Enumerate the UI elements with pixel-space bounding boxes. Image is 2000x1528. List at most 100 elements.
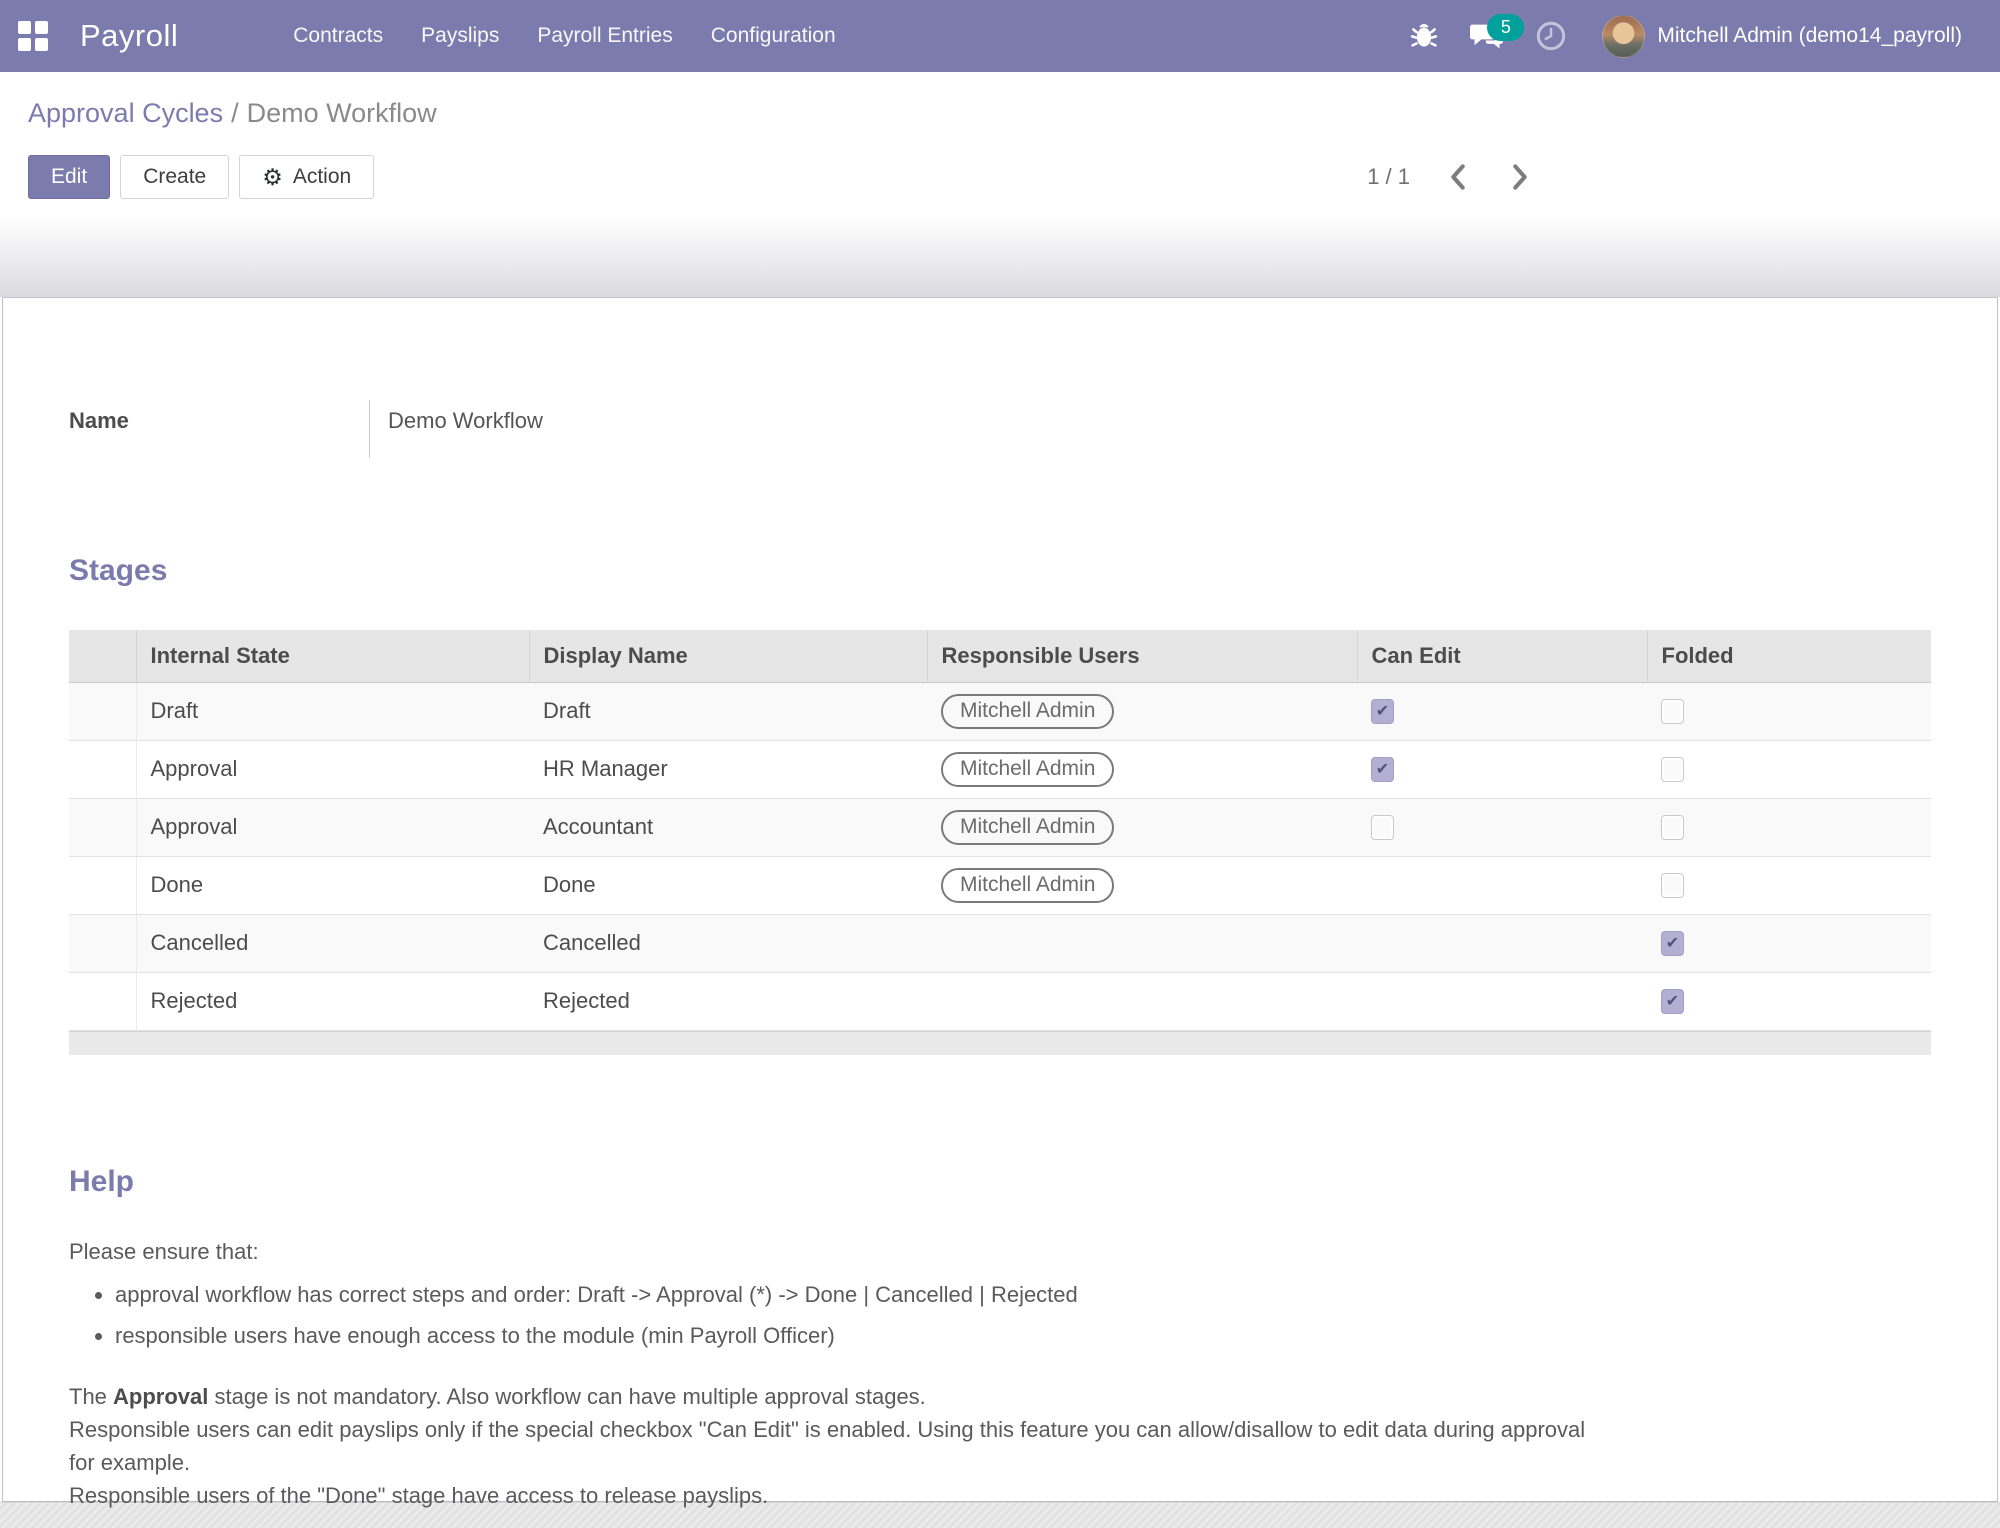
checkbox-checked[interactable]: ✔ xyxy=(1371,699,1394,724)
drag-handle-cell xyxy=(69,740,136,798)
help-bullet-2: responsible users have enough access to … xyxy=(115,1320,1931,1352)
table-row[interactable]: RejectedRejected ✔ xyxy=(69,972,1931,1030)
cell-folded: ✔ xyxy=(1647,972,1931,1030)
cell-can-edit xyxy=(1357,798,1647,856)
pager-next-icon[interactable] xyxy=(1506,160,1534,194)
messages-menu[interactable]: 5 xyxy=(1458,0,1516,72)
pager: 1 / 1 xyxy=(1367,160,1534,194)
app-brand[interactable]: Payroll xyxy=(80,18,178,54)
table-row[interactable]: CancelledCancelled ✔ xyxy=(69,914,1931,972)
cell-display-name: HR Manager xyxy=(529,740,927,798)
cell-can-edit xyxy=(1357,856,1647,914)
cell-display-name: Accountant xyxy=(529,798,927,856)
menu-configuration[interactable]: Configuration xyxy=(692,0,855,72)
action-button-label: Action xyxy=(293,165,351,189)
top-menu: Contracts Payslips Payroll Entries Confi… xyxy=(274,0,854,72)
stages-table-header: Internal State Display Name Responsible … xyxy=(69,630,1931,682)
cell-responsible-users: Mitchell Admin xyxy=(927,740,1357,798)
top-navbar: Payroll Contracts Payslips Payroll Entri… xyxy=(0,0,2000,72)
help-section-title: Help xyxy=(69,1165,1931,1199)
drag-handle-cell xyxy=(69,682,136,740)
user-avatar xyxy=(1602,15,1645,58)
cell-display-name: Rejected xyxy=(529,972,927,1030)
control-panel: Approval Cycles/Demo Workflow Edit Creat… xyxy=(0,72,2000,219)
checkbox-checked[interactable]: ✔ xyxy=(1371,757,1394,782)
table-row[interactable]: ApprovalAccountant Mitchell Admin xyxy=(69,798,1931,856)
drag-handle-cell xyxy=(69,972,136,1030)
checkbox-unchecked[interactable] xyxy=(1371,815,1394,840)
help-bullet-list: approval workflow has correct steps and … xyxy=(115,1279,1931,1353)
user-menu[interactable]: Mitchell Admin (demo14_payroll) xyxy=(1586,0,1974,72)
checkbox-checked[interactable]: ✔ xyxy=(1661,931,1684,956)
menu-payroll-entries[interactable]: Payroll Entries xyxy=(518,0,691,72)
checkbox-unchecked[interactable] xyxy=(1661,815,1684,840)
column-responsible-users[interactable]: Responsible Users xyxy=(927,630,1357,682)
systray: 5 Mitchell Admin (demo14_payroll) xyxy=(1398,0,1974,72)
activities-menu[interactable] xyxy=(1524,0,1578,72)
cell-internal-state: Approval xyxy=(136,740,529,798)
checkbox-unchecked[interactable] xyxy=(1661,873,1684,898)
column-handle xyxy=(69,630,136,682)
menu-payslips[interactable]: Payslips xyxy=(402,0,518,72)
cell-internal-state: Approval xyxy=(136,798,529,856)
bug-icon xyxy=(1410,21,1438,51)
checkbox-unchecked[interactable] xyxy=(1661,757,1684,782)
responsible-user-tag: Mitchell Admin xyxy=(941,694,1114,729)
debug-bug-icon[interactable] xyxy=(1398,0,1450,72)
responsible-user-tag: Mitchell Admin xyxy=(941,868,1114,903)
name-field-row: Name Demo Workflow xyxy=(69,400,1931,458)
check-icon: ✔ xyxy=(1666,936,1679,952)
column-can-edit[interactable]: Can Edit xyxy=(1357,630,1647,682)
checkbox-unchecked[interactable] xyxy=(1661,699,1684,724)
stages-section-title: Stages xyxy=(69,554,1931,588)
check-icon: ✔ xyxy=(1376,762,1389,778)
create-button[interactable]: Create xyxy=(120,155,229,199)
table-row[interactable]: DoneDoneMitchell Admin xyxy=(69,856,1931,914)
column-display-name[interactable]: Display Name xyxy=(529,630,927,682)
pager-value: 1 / 1 xyxy=(1367,164,1410,190)
check-icon: ✔ xyxy=(1376,704,1389,720)
cell-folded xyxy=(1647,798,1931,856)
approval-bold: Approval xyxy=(113,1384,208,1409)
action-button[interactable]: ⚙ Action xyxy=(239,155,374,199)
responsible-user-tag: Mitchell Admin xyxy=(941,752,1114,787)
cell-display-name: Cancelled xyxy=(529,914,927,972)
content-background-band xyxy=(0,219,2000,297)
cell-responsible-users: Mitchell Admin xyxy=(927,856,1357,914)
name-field-label: Name xyxy=(69,400,369,458)
user-name: Mitchell Admin (demo14_payroll) xyxy=(1657,24,1962,48)
help-paragraph-1: The Approval stage is not mandatory. Als… xyxy=(69,1380,1599,1413)
message-count-badge: 5 xyxy=(1487,14,1524,41)
menu-contracts[interactable]: Contracts xyxy=(274,0,402,72)
cell-internal-state: Cancelled xyxy=(136,914,529,972)
checkbox-checked[interactable]: ✔ xyxy=(1661,989,1684,1014)
control-panel-buttons: Edit Create ⚙ Action 1 / 1 xyxy=(28,155,1972,199)
column-folded[interactable]: Folded xyxy=(1647,630,1931,682)
breadcrumb-approval-cycles[interactable]: Approval Cycles xyxy=(28,98,223,128)
field-separator xyxy=(369,400,370,458)
cell-internal-state: Rejected xyxy=(136,972,529,1030)
table-row[interactable]: ApprovalHR Manager Mitchell Admin ✔ xyxy=(69,740,1931,798)
breadcrumb: Approval Cycles/Demo Workflow xyxy=(28,98,1972,129)
cell-can-edit: ✔ xyxy=(1357,740,1647,798)
clock-icon xyxy=(1536,21,1566,51)
cell-folded xyxy=(1647,740,1931,798)
help-body: Please ensure that: approval workflow ha… xyxy=(69,1239,1931,1513)
help-paragraphs: The Approval stage is not mandatory. Als… xyxy=(69,1380,1931,1512)
stages-table: Internal State Display Name Responsible … xyxy=(69,630,1931,1031)
cell-internal-state: Draft xyxy=(136,682,529,740)
drag-handle-cell xyxy=(69,798,136,856)
cell-can-edit xyxy=(1357,972,1647,1030)
column-internal-state[interactable]: Internal State xyxy=(136,630,529,682)
apps-grid-icon[interactable] xyxy=(18,21,48,51)
help-paragraph-2: Responsible users can edit payslips only… xyxy=(69,1413,1599,1479)
table-row[interactable]: DraftDraftMitchell Admin✔ xyxy=(69,682,1931,740)
responsible-user-tag: Mitchell Admin xyxy=(941,810,1114,845)
edit-button[interactable]: Edit xyxy=(28,155,110,199)
breadcrumb-current: Demo Workflow xyxy=(247,98,437,128)
pager-previous-icon[interactable] xyxy=(1444,160,1472,194)
help-bullet-1: approval workflow has correct steps and … xyxy=(115,1279,1931,1311)
cell-display-name: Done xyxy=(529,856,927,914)
cell-responsible-users xyxy=(927,914,1357,972)
stages-table-footer xyxy=(69,1031,1931,1055)
